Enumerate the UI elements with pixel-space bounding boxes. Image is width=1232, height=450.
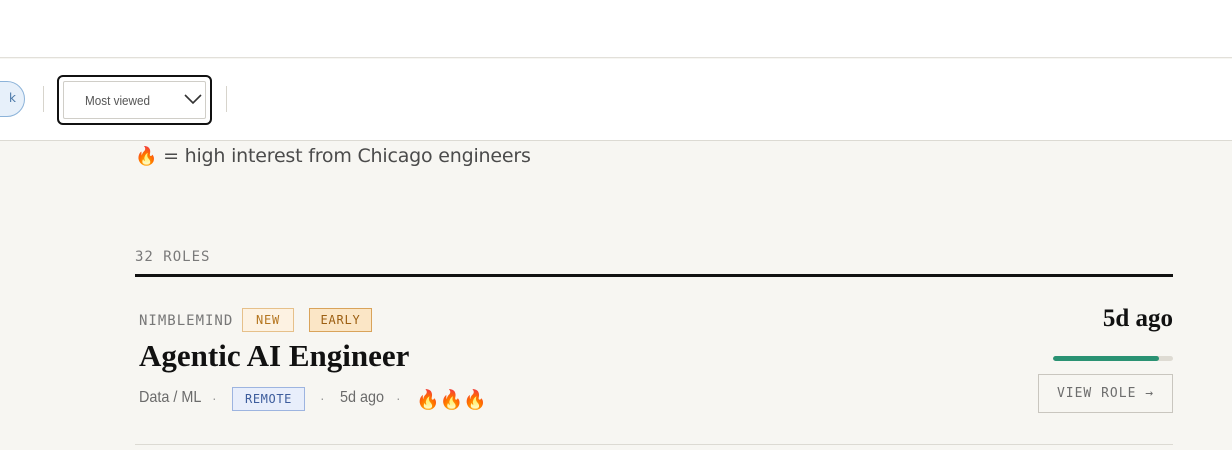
- results-count: 32 ROLES: [135, 249, 211, 265]
- chevron-down-icon: [184, 94, 202, 105]
- filter-chip[interactable]: k: [0, 81, 25, 117]
- freshness-bar-fill: [1053, 356, 1159, 361]
- interest-flames-icon: 🔥🔥🔥: [416, 390, 487, 411]
- flame-icon: 🔥: [135, 146, 158, 167]
- meta-separator: ·: [320, 390, 325, 406]
- meta-separator: ·: [396, 390, 401, 406]
- job-category: Data / ML: [139, 389, 202, 406]
- toolbar-divider: [226, 86, 227, 112]
- view-role-button[interactable]: VIEW ROLE →: [1038, 374, 1173, 413]
- sort-select-inner: Most viewed: [63, 81, 206, 119]
- row-divider: [135, 444, 1173, 445]
- top-header-bar: [0, 0, 1232, 58]
- company-name: NIMBLEMIND: [139, 313, 234, 329]
- legend-text: = high interest from Chicago engineers: [163, 145, 531, 167]
- toolbar-divider: [43, 86, 44, 112]
- filter-chip-label: k: [9, 91, 16, 105]
- sort-select[interactable]: Most viewed: [57, 75, 212, 125]
- new-badge: NEW: [242, 308, 294, 332]
- meta-separator: ·: [212, 390, 217, 406]
- posted-date: 5d ago: [340, 389, 385, 406]
- results-divider: [135, 274, 1173, 277]
- filter-toolbar: k Most viewed: [0, 59, 1232, 141]
- freshness-bar: [1053, 356, 1173, 361]
- interest-legend: 🔥 = high interest from Chicago engineers: [135, 145, 531, 167]
- remote-badge: REMOTE: [232, 387, 305, 411]
- posted-headline: 5d ago: [1102, 305, 1173, 332]
- sort-selected-value: Most viewed: [85, 93, 151, 108]
- early-badge: EARLY: [309, 308, 372, 332]
- job-title[interactable]: Agentic AI Engineer: [139, 338, 409, 374]
